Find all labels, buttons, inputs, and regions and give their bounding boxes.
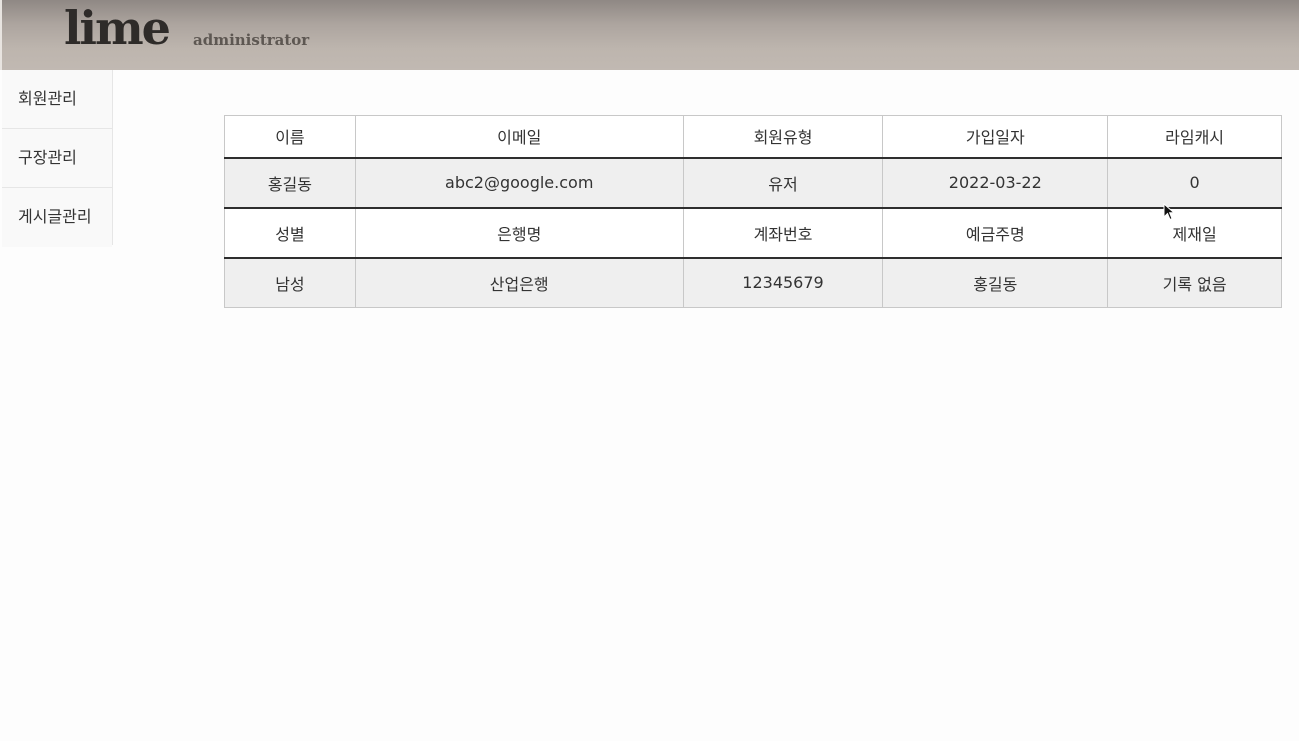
header-member-type: 회원유형 [682,115,884,158]
cell-lime-cash: 0 [1107,156,1282,208]
table-row: 남성 산업은행 12345679 홍길동 기록 없음 [224,256,1282,308]
cell-account-holder: 홍길동 [882,256,1109,308]
header-gender: 성별 [224,206,356,258]
header-lime-cash: 라임캐시 [1107,115,1282,158]
sidebar-item-label: 구장관리 [18,148,77,167]
table-row: 홍길동 abc2@google.com 유저 2022-03-22 0 [224,156,1282,208]
sidebar-item-label: 회원관리 [18,89,77,108]
app-subtitle: administrator [193,31,310,49]
cell-email: abc2@google.com [354,156,684,208]
sidebar-item-stadium-management[interactable]: 구장관리 [2,129,112,188]
cell-member-type: 유저 [682,156,884,208]
cell-gender: 남성 [224,256,356,308]
table-header-row: 성별 은행명 계좌번호 예금주명 제재일 [224,206,1282,258]
sidebar: 회원관리 구장관리 게시글관리 [2,70,113,247]
cell-join-date: 2022-03-22 [882,156,1109,208]
header-sanction-date: 제재일 [1107,206,1282,258]
header-account-holder: 예금주명 [882,206,1109,258]
app-header: lime administrator [0,0,1299,70]
cell-sanction-date: 기록 없음 [1107,256,1282,308]
header-email: 이메일 [354,115,684,158]
sidebar-item-member-management[interactable]: 회원관리 [2,70,112,129]
mouse-cursor-icon [1163,203,1175,221]
header-join-date: 가입일자 [882,115,1109,158]
header-account-number: 계좌번호 [682,206,884,258]
sidebar-item-label: 게시글관리 [18,207,92,226]
header-bank-name: 은행명 [354,206,684,258]
app-logo[interactable]: lime [64,0,171,56]
cell-name: 홍길동 [224,156,356,208]
member-detail-table: 이름 이메일 회원유형 가입일자 라임캐시 홍길동 abc2@google.co… [224,115,1282,308]
cell-account-number: 12345679 [682,256,884,308]
sidebar-item-post-management[interactable]: 게시글관리 [2,188,112,247]
cell-bank-name: 산업은행 [354,256,684,308]
table-header-row: 이름 이메일 회원유형 가입일자 라임캐시 [224,115,1282,158]
header-name: 이름 [224,115,356,158]
